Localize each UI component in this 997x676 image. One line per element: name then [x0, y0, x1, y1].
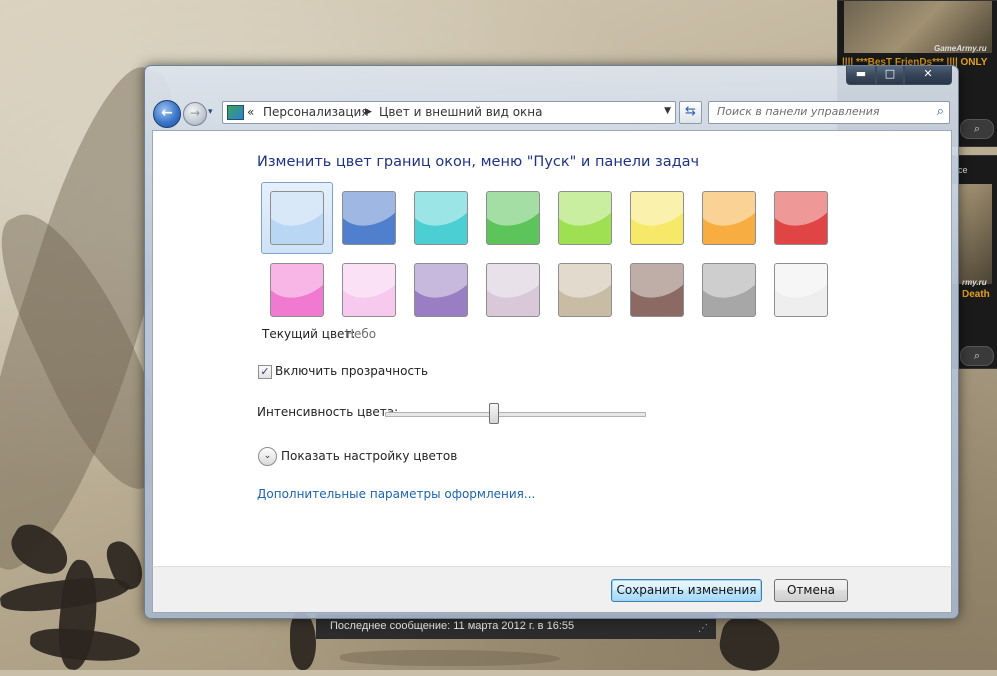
footer-bar: Сохранить изменения Отмена: [152, 566, 952, 613]
color-swatch[interactable]: [558, 191, 612, 245]
back-button[interactable]: ←: [153, 100, 181, 128]
control-panel-icon: [227, 105, 244, 120]
history-dropdown-icon[interactable]: ▾: [208, 107, 213, 117]
search-icon: ⌕: [973, 122, 981, 135]
gadget-site-label: GameArmy.ru: [934, 44, 987, 53]
refresh-button[interactable]: ⇆: [679, 101, 702, 124]
maximize-button[interactable]: □: [876, 66, 904, 85]
show-color-mixer-label[interactable]: Показать настройку цветов: [281, 449, 457, 463]
search-icon: ⌕: [973, 349, 981, 362]
color-swatch[interactable]: [558, 263, 612, 317]
chevron-down-icon[interactable]: ⌄: [258, 447, 277, 466]
color-swatch[interactable]: [342, 263, 396, 317]
minimize-button[interactable]: ▬: [846, 66, 876, 85]
intensity-label: Интенсивность цвета:: [257, 405, 399, 419]
color-swatch[interactable]: [486, 263, 540, 317]
cancel-button[interactable]: Отмена: [774, 579, 848, 602]
color-swatch[interactable]: [702, 263, 756, 317]
address-bar[interactable]: « Персонализация ▶ Цвет и внешний вид ок…: [222, 101, 676, 124]
window-caption-buttons: ▬ □ ✕: [846, 66, 952, 85]
current-color-label: Текущий цвет:: [262, 327, 356, 341]
gadget-search-button[interactable]: ⌕: [960, 346, 994, 366]
breadcrumb-separator-icon[interactable]: ▶: [365, 107, 372, 117]
intensity-slider-thumb[interactable]: [488, 403, 499, 424]
gadget-top-text: ce: [958, 165, 968, 175]
color-swatch[interactable]: [270, 263, 324, 317]
search-icon[interactable]: ⌕: [937, 104, 944, 119]
wallpaper-brushstroke: [290, 612, 316, 670]
color-swatch[interactable]: [774, 191, 828, 245]
breadcrumb-overflow[interactable]: «: [247, 105, 254, 119]
advanced-appearance-link[interactable]: Дополнительные параметры оформления...: [257, 487, 535, 501]
intensity-slider-track[interactable]: [385, 412, 646, 417]
personalization-window[interactable]: ▬ □ ✕ ← → ▾ « Персонализация ▶ Цвет и вн…: [144, 65, 959, 619]
wallpaper-brushstroke: [29, 626, 141, 664]
resize-grip-icon[interactable]: ⋰: [698, 623, 708, 634]
search-input[interactable]: [709, 102, 927, 121]
forward-button[interactable]: →: [183, 102, 207, 126]
transparency-label[interactable]: Включить прозрачность: [275, 364, 428, 378]
color-swatch[interactable]: [342, 191, 396, 245]
color-swatch[interactable]: [630, 191, 684, 245]
color-swatch[interactable]: [414, 263, 468, 317]
last-message-text: Последнее сообщение: 11 марта 2012 г. в …: [330, 620, 575, 632]
wallpaper-brushstroke: [340, 650, 560, 666]
transparency-checkbox[interactable]: ✓: [258, 365, 272, 379]
page-title: Изменить цвет границ окон, меню "Пуск" и…: [257, 154, 700, 170]
content-pane: Изменить цвет границ окон, меню "Пуск" и…: [152, 130, 952, 567]
gadget-map-name: Death: [962, 289, 990, 300]
breadcrumb-color-appearance[interactable]: Цвет и внешний вид окна: [379, 105, 543, 119]
save-changes-button[interactable]: Сохранить изменения: [611, 579, 762, 602]
color-swatch[interactable]: [270, 191, 324, 245]
wallpaper-brushstroke: [715, 612, 785, 676]
address-dropdown-icon[interactable]: ▼: [664, 106, 671, 116]
search-box[interactable]: ⌕: [708, 101, 950, 124]
breadcrumb-personalization[interactable]: Персонализация: [263, 105, 369, 119]
close-button[interactable]: ✕: [904, 66, 952, 85]
gadget-site-label: rmy.ru: [962, 278, 987, 287]
current-color-value: Небо: [345, 327, 377, 341]
color-swatch[interactable]: [702, 191, 756, 245]
color-swatch[interactable]: [774, 263, 828, 317]
color-swatch[interactable]: [486, 191, 540, 245]
gadget-search-button[interactable]: ⌕: [960, 119, 994, 139]
color-swatch[interactable]: [414, 191, 468, 245]
color-swatch[interactable]: [630, 263, 684, 317]
